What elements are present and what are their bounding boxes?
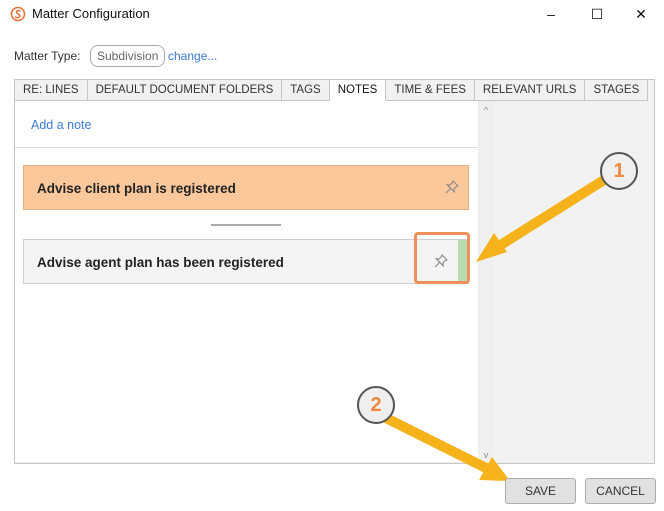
tab-tags[interactable]: TAGS (282, 80, 330, 101)
close-button[interactable]: ✕ (618, 0, 664, 28)
drag-handle-divider[interactable] (211, 224, 281, 226)
tab-time-and-fees[interactable]: TIME & FEES (386, 80, 475, 101)
scroll-down-arrow-icon[interactable]: v (478, 450, 494, 460)
matter-type-badge: Subdivision (90, 45, 166, 67)
cancel-button[interactable]: CANCEL (585, 478, 656, 504)
add-note-link[interactable]: Add a note (31, 118, 91, 132)
tab-re-lines[interactable]: RE: LINES (15, 80, 88, 101)
tab-stages[interactable]: STAGES (585, 80, 649, 101)
add-note-separator (15, 147, 478, 148)
tab-notes[interactable]: NOTES (329, 80, 387, 101)
save-button[interactable]: SAVE (505, 478, 576, 504)
note-text: Advise agent plan has been registered (37, 255, 284, 270)
app-logo-icon (10, 6, 26, 22)
callout-1-badge: 1 (600, 152, 638, 190)
pin-icon[interactable] (444, 179, 460, 195)
title-bar: Matter Configuration – ☐ ✕ (0, 0, 664, 28)
maximize-button[interactable]: ☐ (574, 0, 620, 28)
tab-strip: RE: LINES DEFAULT DOCUMENT FOLDERS TAGS … (15, 80, 649, 101)
window-title: Matter Configuration (32, 6, 150, 21)
note-card[interactable]: Advise agent plan has been registered (23, 239, 469, 284)
tab-relevant-urls[interactable]: RELEVANT URLS (474, 80, 586, 101)
change-matter-type-link[interactable]: change... (168, 49, 217, 63)
notes-scrollbar[interactable]: ^ v (478, 101, 494, 462)
scroll-up-arrow-icon[interactable]: ^ (478, 105, 494, 115)
pin-highlight-box (414, 232, 470, 284)
note-card[interactable]: Advise client plan is registered (23, 165, 469, 210)
tab-default-document-folders[interactable]: DEFAULT DOCUMENT FOLDERS (87, 80, 283, 101)
note-text: Advise client plan is registered (37, 181, 236, 196)
minimize-button[interactable]: – (528, 0, 574, 28)
matter-type-label: Matter Type: (14, 49, 81, 63)
callout-2-badge: 2 (357, 386, 395, 424)
